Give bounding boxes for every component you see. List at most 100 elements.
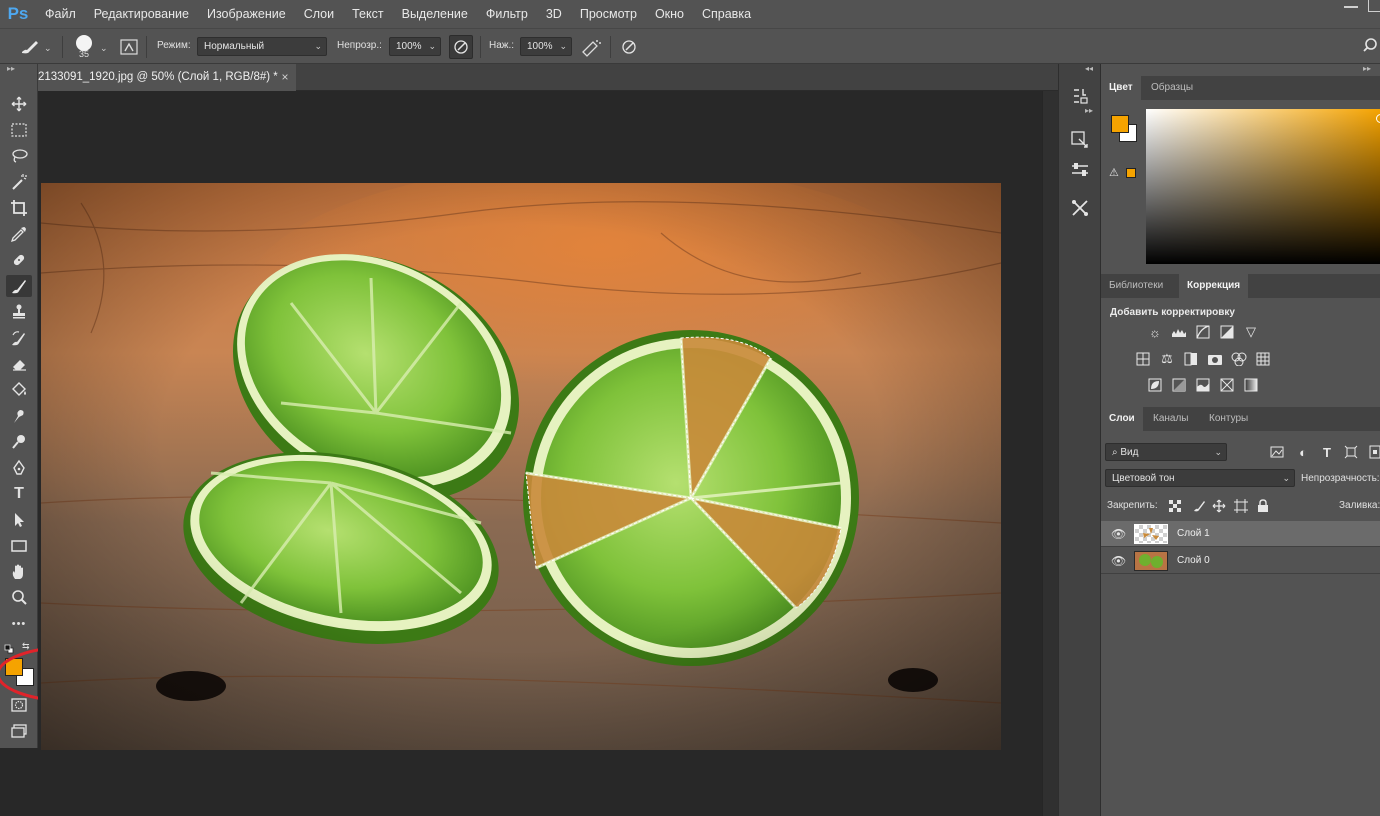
channel-mixer-icon[interactable] (1231, 352, 1247, 366)
foreground-color-swatch[interactable] (1111, 115, 1129, 133)
layer-row[interactable]: 👁 Слой 0 (1101, 548, 1380, 574)
brush-panel-icon[interactable] (119, 37, 139, 57)
photo-filter-icon[interactable] (1207, 352, 1223, 366)
path-selection-tool[interactable] (6, 509, 32, 531)
type-tool[interactable]: T (6, 483, 32, 505)
exposure-icon[interactable] (1219, 325, 1235, 339)
posterize-icon[interactable] (1171, 378, 1187, 392)
menu-help[interactable]: Справка (693, 0, 760, 28)
adjustments-sliders-icon[interactable] (1064, 154, 1096, 186)
lock-position-icon[interactable] (1211, 499, 1227, 513)
brightness-contrast-icon[interactable]: ☼ (1147, 325, 1163, 340)
lock-all-icon[interactable] (1255, 499, 1271, 513)
menu-view[interactable]: Просмотр (571, 0, 646, 28)
eyedropper-tool[interactable] (6, 223, 32, 245)
tab-swatches[interactable]: Образцы (1143, 76, 1201, 100)
menu-window[interactable]: Окно (646, 0, 693, 28)
color-lookup-icon[interactable] (1255, 352, 1271, 366)
hue-saturation-icon[interactable] (1135, 352, 1151, 366)
history-brush-tool[interactable] (6, 327, 32, 349)
clone-stamp-tool[interactable] (6, 301, 32, 323)
collapse-dock-icon[interactable]: ▸▸ (1085, 106, 1093, 115)
zoom-tool[interactable] (6, 587, 32, 609)
threshold-icon[interactable] (1195, 378, 1211, 392)
eraser-tool[interactable] (6, 353, 32, 375)
tab-color[interactable]: Цвет (1101, 76, 1141, 100)
search-icon[interactable] (1362, 36, 1380, 56)
layer-name[interactable]: Слой 0 (1177, 555, 1210, 566)
color-balance-icon[interactable]: ⚖ (1159, 351, 1175, 366)
lock-pixels-icon[interactable] (1191, 499, 1207, 513)
menu-file[interactable]: Файл (36, 0, 85, 28)
vertical-scrollbar[interactable] (1042, 91, 1058, 816)
menu-layers[interactable]: Слои (295, 0, 343, 28)
dodge-tool[interactable] (6, 431, 32, 453)
filter-smart-object-icon[interactable] (1367, 445, 1380, 459)
tab-adjustments[interactable]: Коррекция (1179, 274, 1249, 298)
collapse-toolbox-icon[interactable]: ▸▸ (7, 64, 15, 73)
mode-select[interactable]: Нормальный ⌄ (197, 37, 327, 56)
menu-type[interactable]: Текст (343, 0, 392, 28)
properties-panel-icon[interactable] (1064, 124, 1096, 156)
lasso-tool[interactable] (6, 145, 32, 167)
maximize-icon[interactable] (1368, 0, 1380, 12)
tab-channels[interactable]: Каналы (1145, 407, 1197, 431)
pressure-opacity-icon[interactable] (449, 35, 473, 59)
filter-pixel-icon[interactable] (1269, 445, 1285, 459)
filter-shape-icon[interactable] (1343, 445, 1359, 459)
close-icon[interactable]: × (278, 64, 292, 91)
tool-presets-icon[interactable] (1064, 192, 1096, 224)
filter-adjustment-icon[interactable]: ◐ (1295, 445, 1311, 460)
airbrush-icon[interactable] (580, 37, 602, 57)
paint-bucket-tool[interactable] (6, 379, 32, 401)
magic-wand-tool[interactable] (6, 171, 32, 193)
visibility-eye-icon[interactable]: 👁 (1111, 554, 1126, 568)
tab-layers[interactable]: Слои (1101, 407, 1143, 431)
chevron-down-icon[interactable]: ⌄ (100, 43, 108, 54)
menu-select[interactable]: Выделение (393, 0, 477, 28)
brush-preset-icon[interactable] (18, 37, 42, 57)
gamut-color-swatch[interactable] (1126, 168, 1136, 178)
move-tool[interactable] (6, 93, 32, 115)
smudge-tool[interactable] (6, 405, 32, 427)
tab-paths[interactable]: Контуры (1201, 407, 1256, 431)
document-image[interactable] (41, 183, 1001, 750)
layer-name[interactable]: Слой 1 (1177, 528, 1210, 539)
black-white-icon[interactable] (1183, 352, 1199, 366)
menu-filter[interactable]: Фильтр (477, 0, 537, 28)
blend-mode-select[interactable]: Цветовой тон ⌄ (1105, 469, 1295, 487)
minimize-icon[interactable] (1344, 6, 1358, 8)
color-picker-field[interactable] (1146, 109, 1380, 264)
layer-row[interactable]: 👁 Слой 1 (1101, 521, 1380, 547)
marquee-tool[interactable] (6, 119, 32, 141)
chevron-down-icon[interactable]: ⌄ (44, 43, 52, 54)
menu-3d[interactable]: 3D (537, 0, 571, 28)
opacity-field[interactable]: 100% ⌄ (389, 37, 441, 56)
collapse-dock-icon[interactable]: ◂◂ (1085, 64, 1093, 73)
canvas-area[interactable] (38, 91, 1042, 816)
hand-tool[interactable] (6, 561, 32, 583)
pen-tool[interactable] (6, 457, 32, 479)
document-tab[interactable]: 2133091_1920.jpg @ 50% (Слой 1, RGB/8#) … (38, 64, 296, 91)
pressure-size-icon[interactable] (619, 37, 639, 57)
gamut-warning-icon[interactable]: ⚠ (1109, 166, 1119, 179)
tab-libraries[interactable]: Библиотеки (1101, 274, 1171, 298)
selective-color-icon[interactable] (1219, 378, 1235, 392)
filter-type-icon[interactable]: T (1319, 445, 1335, 460)
screen-mode-icon[interactable] (10, 723, 28, 739)
layer-filter-select[interactable]: ⌕ Вид ⌄ (1105, 443, 1227, 461)
gradient-map-icon[interactable] (1243, 378, 1259, 392)
menu-image[interactable]: Изображение (198, 0, 295, 28)
menu-edit[interactable]: Редактирование (85, 0, 198, 28)
brush-tool[interactable] (6, 275, 32, 297)
curves-icon[interactable] (1195, 325, 1211, 339)
crop-tool[interactable] (6, 197, 32, 219)
lock-artboard-icon[interactable] (1233, 499, 1249, 513)
color-picker-cursor[interactable] (1376, 114, 1380, 123)
rectangle-tool[interactable] (6, 535, 32, 557)
more-tools-icon[interactable]: ••• (6, 613, 32, 635)
lock-transparent-icon[interactable] (1167, 499, 1183, 513)
invert-icon[interactable] (1147, 378, 1163, 392)
levels-icon[interactable] (1171, 325, 1187, 339)
collapse-panels-icon[interactable]: ▸▸ (1363, 64, 1371, 73)
